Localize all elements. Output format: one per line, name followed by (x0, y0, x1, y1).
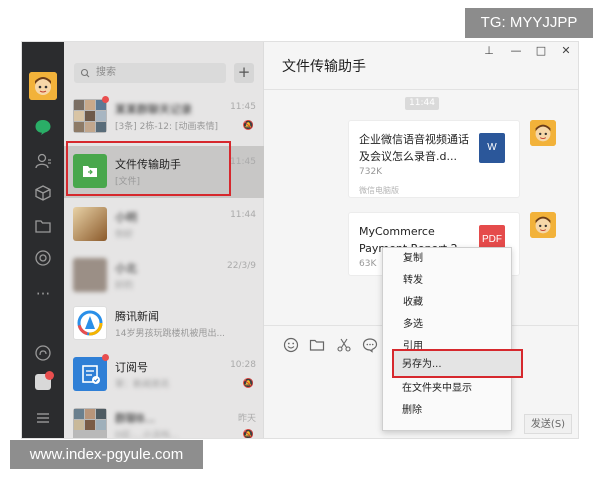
mute-bell-icon: 🔕 (242, 430, 254, 439)
chat-list-item[interactable]: 某某群聊天记录 [3条] 2栋-12: [动画表情] 11:45 🔕 (64, 91, 264, 143)
folder-icon[interactable] (34, 217, 52, 235)
moments-icon[interactable] (34, 249, 52, 267)
chat-preview: 你好 (115, 230, 134, 240)
chat-preview: D区-...小沃吗... (115, 431, 179, 439)
phone-badge-icon[interactable] (35, 371, 54, 390)
chat-history-icon[interactable] (362, 337, 378, 353)
start-group-chat-button[interactable]: + (234, 63, 254, 83)
minimize-button[interactable]: — (509, 44, 523, 57)
file-message[interactable]: 企业微信语音视频通话及会议怎么录音.d... 732K 微信电脑版 W (348, 120, 520, 198)
menu-item-favorite[interactable]: 收藏 (383, 293, 511, 313)
chat-list-item-tencent-news[interactable]: 腾讯新闻 14岁男孩玩跳楼机被甩出... (64, 298, 264, 350)
chat-title: 小明 (115, 211, 137, 224)
chat-time: 22/3/9 (227, 261, 256, 271)
chat-time: 11:45 (230, 157, 256, 167)
chat-panel-title: 文件传输助手 (282, 59, 366, 75)
chat-title: 订阅号 (115, 361, 148, 374)
screenshot-scissors-icon[interactable] (336, 337, 352, 353)
unread-dot (102, 96, 109, 103)
close-button[interactable]: ✕ (559, 44, 573, 57)
file-size: 63K (359, 259, 377, 269)
menu-icon[interactable] (34, 409, 52, 427)
chat-list-item[interactable]: 小北 好的 22/3/9 (64, 250, 264, 302)
chat-preview: 好的 (115, 281, 134, 291)
chat-header: 文件传输助手 ⊥ — □ ✕ (264, 42, 578, 90)
chat-preview: [3条] 2栋-12: [动画表情] (115, 122, 218, 132)
file-source: 微信电脑版 (359, 186, 399, 195)
watermark-bottom: www.index-pgyule.com (10, 440, 203, 469)
pin-icon[interactable]: ⊥ (482, 44, 496, 57)
tencent-news-avatar (73, 306, 107, 340)
menu-item-multiselect[interactable]: 多选 (383, 315, 511, 335)
menu-item-forward[interactable]: 转发 (383, 271, 511, 291)
emoji-icon[interactable] (283, 337, 299, 353)
chat-title: 群聊B... (115, 412, 156, 425)
mute-bell-icon: 🔕 (242, 379, 254, 389)
highlight-box-file-transfer (66, 141, 231, 196)
unread-dot (102, 354, 109, 361)
file-name: 企业微信语音视频通话及会议怎么录音.d... (359, 133, 469, 163)
chat-list-item[interactable]: 小明 你好 11:44 (64, 199, 264, 251)
contact-avatar (73, 207, 107, 241)
navigation-rail: ··· (22, 42, 64, 438)
mini-program-icon[interactable] (34, 344, 52, 362)
search-placeholder: 搜索 (96, 67, 116, 78)
menu-item-delete[interactable]: 删除 (382, 401, 512, 421)
menu-item-copy[interactable]: 复制 (383, 249, 511, 269)
group-avatar (73, 99, 107, 133)
highlight-box-save-as (392, 349, 523, 378)
maximize-button[interactable]: □ (534, 44, 548, 57)
search-input[interactable]: 搜索 (74, 63, 226, 83)
chat-list-item[interactable]: 群聊B... D区-...小沃吗... 昨天 🔕 (64, 400, 264, 439)
chat-icon[interactable] (34, 118, 52, 136)
chat-time: 11:44 (230, 210, 256, 220)
chat-time: 10:28 (230, 360, 256, 370)
more-icon[interactable]: ··· (34, 285, 52, 303)
chat-title: 某某群聊天记录 (115, 103, 192, 116)
send-file-icon[interactable] (309, 337, 325, 353)
chat-title: 腾讯新闻 (115, 310, 159, 323)
chat-list-item-subscriptions[interactable]: 订阅号 草：新闻资讯 10:28 🔕 (64, 349, 264, 401)
word-file-icon: W (479, 133, 505, 163)
chat-time: 昨天 (237, 414, 256, 424)
chat-list: 搜索 + 某某群聊天记录 [3条] 2栋-12: [动画表情] 11:45 🔕 … (64, 42, 264, 438)
user-avatar[interactable] (29, 72, 57, 100)
contacts-icon[interactable] (34, 152, 52, 170)
chat-time: 11:45 (230, 102, 256, 112)
file-size: 732K (359, 167, 383, 177)
subscriptions-avatar (73, 357, 107, 391)
chat-preview: 草：新闻资讯 (115, 380, 170, 390)
collections-icon[interactable] (34, 184, 52, 202)
search-icon (80, 63, 90, 91)
chat-preview: 14岁男孩玩跳楼机被甩出... (115, 329, 226, 339)
chat-title: 小北 (115, 262, 137, 275)
sender-avatar[interactable] (530, 212, 556, 238)
message-time: 11:44 (405, 97, 439, 110)
sender-avatar[interactable] (530, 120, 556, 146)
watermark-top: TG: MYYJJPP (465, 8, 593, 38)
mute-bell-icon: 🔕 (242, 121, 254, 131)
group-avatar (73, 408, 107, 438)
contact-avatar (73, 258, 107, 292)
send-button[interactable]: 发送(S) (524, 414, 572, 434)
menu-item-show-in-folder[interactable]: 在文件夹中显示 (382, 379, 512, 399)
